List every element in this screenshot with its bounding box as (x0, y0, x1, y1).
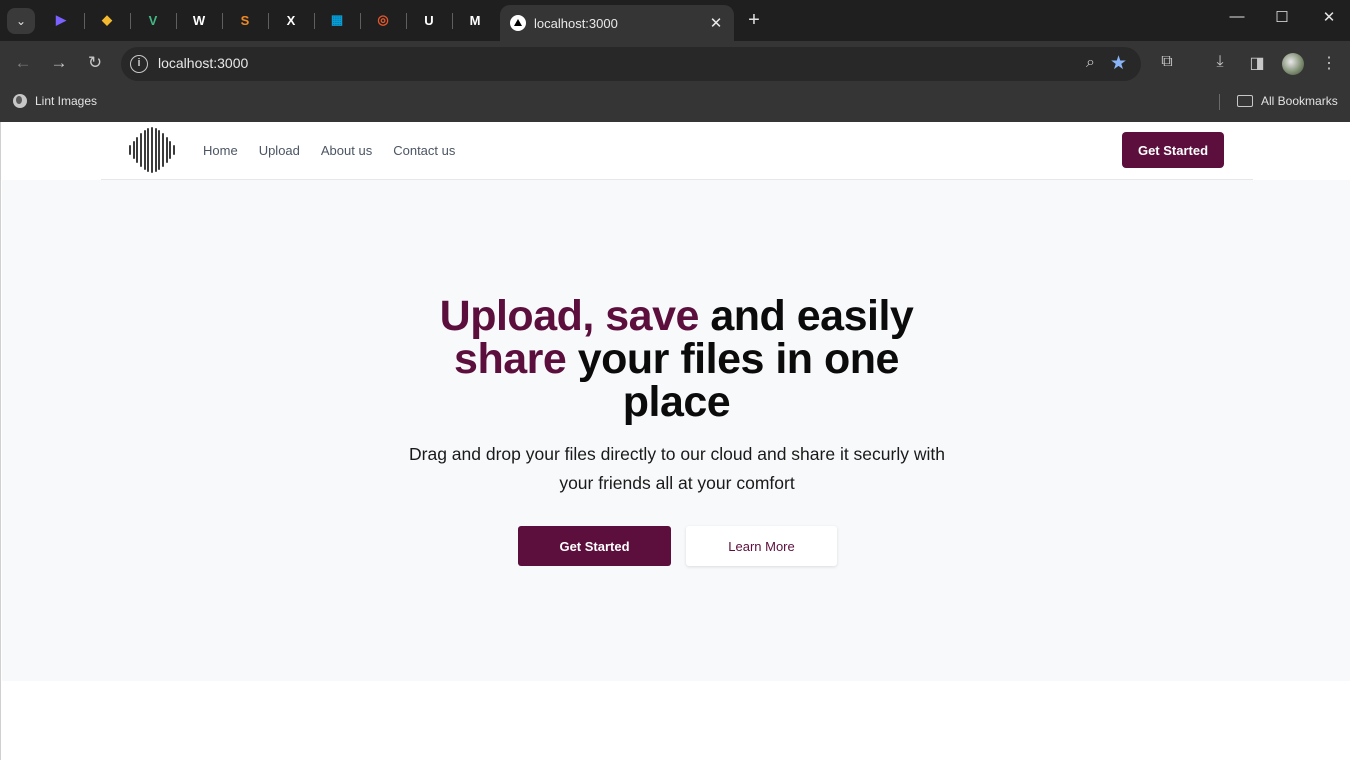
logo-bar (129, 145, 131, 155)
new-tab-button[interactable]: + (744, 9, 764, 32)
nav-home[interactable]: Home (203, 143, 238, 158)
vue-icon[interactable]: V (142, 9, 164, 31)
tab-separator (360, 13, 361, 29)
logo-bar (165, 137, 168, 163)
all-bookmarks-button[interactable]: All Bookmarks (1237, 94, 1338, 108)
back-icon[interactable]: ← (12, 53, 34, 73)
x-icon[interactable]: X (280, 9, 302, 31)
tab-separator (176, 13, 177, 29)
s-logo-icon[interactable]: S (234, 9, 256, 31)
hero-subtitle: Drag and drop your files directly to our… (409, 444, 945, 493)
m-logo-icon[interactable]: M (464, 9, 486, 31)
tab-separator (406, 13, 407, 29)
main-nav: Home Upload About us Contact us (203, 143, 476, 158)
nav-contact-us[interactable]: Contact us (393, 143, 455, 158)
site-info-icon[interactable]: i (130, 55, 148, 73)
menu-icon[interactable]: ⋮ (1318, 53, 1340, 73)
side-panel-icon[interactable]: ◨ (1246, 53, 1268, 73)
globe-icon (13, 94, 27, 108)
tab-separator (84, 13, 85, 29)
nav-upload[interactable]: Upload (259, 143, 300, 158)
tab-separator (268, 13, 269, 29)
tab-separator (222, 13, 223, 29)
site-header: Home Upload About us Contact us Get Star… (101, 122, 1253, 180)
headline-accent-1: Upload, save (439, 292, 700, 340)
hero-get-started-button[interactable]: Get Started (518, 526, 671, 566)
tab-separator (452, 13, 453, 29)
header-get-started-button[interactable]: Get Started (1122, 132, 1224, 168)
reload-icon[interactable]: ↻ (84, 53, 106, 73)
url-text[interactable]: localhost:3000 (158, 55, 248, 71)
bookmark-lint-images[interactable]: Lint Images (13, 94, 97, 108)
download-icon[interactable]: ⤓ (1209, 53, 1231, 71)
webflow-icon[interactable]: W (188, 9, 210, 31)
headline-accent-2: share (454, 335, 567, 383)
address-bar[interactable]: i localhost:3000 ⌕ ★ (121, 47, 1141, 81)
logo-bar (143, 130, 146, 170)
bookmark-label: Lint Images (35, 94, 98, 108)
hero-learn-more-button[interactable]: Learn More (686, 526, 837, 566)
close-tab-icon[interactable]: ✕ (706, 14, 726, 32)
window-close-icon[interactable]: ✕ (1314, 8, 1344, 26)
tab-separator (314, 13, 315, 29)
binance-icon[interactable]: ◆ (96, 9, 118, 31)
tab-localhost[interactable]: localhost:3000 ✕ (500, 5, 734, 41)
headline-rest-1: and easily (698, 292, 914, 340)
bookmarks-divider (1219, 94, 1220, 110)
u-logo-icon[interactable]: U (418, 9, 440, 31)
nav-about-us[interactable]: About us (321, 143, 372, 158)
browser-tab-strip: ⌄ ▶ ◆ V W S X ▦ ◎ U M localhost:3000 ✕ + — ☐ ✕ (0, 0, 1350, 41)
logo-bar (154, 128, 157, 172)
logo-bar (161, 133, 164, 167)
logo-icon[interactable] (129, 126, 175, 174)
logo-bar (172, 145, 175, 155)
profile-avatar[interactable] (1282, 53, 1304, 75)
logo-bar (150, 127, 153, 173)
nextjs-favicon-icon (510, 15, 526, 31)
tab-search-button[interactable]: ⌄ (7, 8, 35, 34)
copilot-icon[interactable]: ▶ (50, 9, 72, 31)
extensions-icon[interactable]: ⧉ (1156, 53, 1178, 71)
logo-bar (132, 141, 135, 159)
bookmarks-bar: Lint Images All Bookmarks (0, 87, 1350, 122)
logo-bar (147, 128, 150, 172)
logo-bar (139, 133, 142, 167)
chevron-down-icon: ⌄ (15, 14, 27, 28)
logo-bar (158, 130, 161, 170)
page-viewport: Home Upload About us Contact us Get Star… (0, 122, 1350, 760)
forward-icon[interactable]: → (48, 53, 70, 73)
orange-app-icon[interactable]: ◎ (372, 9, 394, 31)
folder-icon (1237, 95, 1253, 107)
zoom-icon[interactable]: ⌕ (1086, 54, 1095, 72)
headline-rest-2: your files in one (566, 335, 900, 383)
all-bookmarks-label: All Bookmarks (1261, 94, 1338, 108)
bookmark-star-icon[interactable]: ★ (1110, 52, 1127, 75)
hero-headline: Upload, save and easily share your files… (2, 295, 1350, 424)
headline-line-3: place (622, 378, 731, 426)
maximize-icon[interactable]: ☐ (1267, 8, 1297, 26)
tab-separator (130, 13, 131, 29)
logo-bar (169, 141, 172, 159)
cisco-icon[interactable]: ▦ (326, 9, 348, 31)
minimize-icon[interactable]: — (1222, 8, 1252, 25)
browser-toolbar: ← → ↻ i localhost:3000 ⌕ ★ ⧉ ⤓ ◨ ⋮ (0, 41, 1350, 87)
logo-bar (136, 137, 139, 163)
hero-section: Upload, save and easily share your files… (2, 180, 1350, 681)
tab-title: localhost:3000 (534, 15, 618, 31)
